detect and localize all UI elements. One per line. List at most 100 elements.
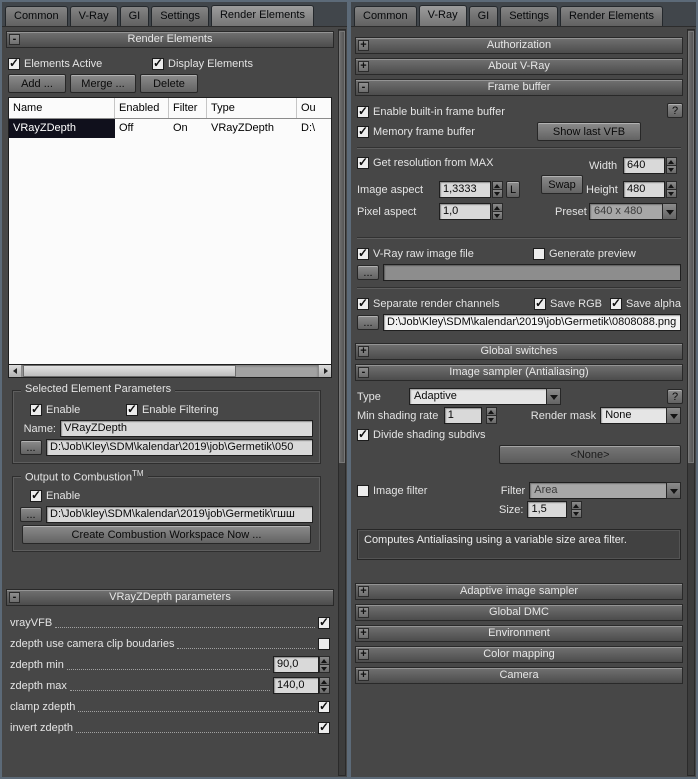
pixel-aspect-spinner[interactable] <box>492 203 503 220</box>
scroll-left-arrow-icon[interactable] <box>9 365 22 377</box>
clamp-zdepth-checkbox[interactable] <box>318 699 330 713</box>
expand-icon[interactable]: + <box>358 607 369 618</box>
width-input[interactable]: 640 <box>623 157 665 174</box>
separate-channels-checkbox[interactable] <box>357 296 369 310</box>
scroll-thumb[interactable] <box>688 31 694 464</box>
zdepth-min-spinner[interactable] <box>319 656 330 673</box>
tab-render-elements[interactable]: Render Elements <box>210 5 314 26</box>
swap-button[interactable]: Swap <box>541 175 583 194</box>
scroll-thumb[interactable] <box>23 365 237 377</box>
column-name[interactable]: Name <box>9 98 115 118</box>
pixel-aspect-input[interactable]: 1,0 <box>439 203 491 220</box>
expand-icon[interactable]: + <box>358 649 369 660</box>
table-horizontal-scrollbar[interactable] <box>8 365 332 378</box>
enable-filtering-checkbox[interactable] <box>126 402 138 416</box>
enable-checkbox[interactable] <box>30 402 42 416</box>
show-last-vfb-button[interactable]: Show last VFB <box>537 122 641 141</box>
rollout-global-switches[interactable]: + Global switches <box>355 343 683 360</box>
merge-button[interactable]: Merge ... <box>70 74 136 93</box>
cell-output[interactable]: D:\ <box>297 119 331 138</box>
rollout-frame-buffer[interactable]: - Frame buffer <box>355 79 683 96</box>
vrayvfb-checkbox[interactable] <box>318 615 330 629</box>
cell-type[interactable]: VRayZDepth <box>207 119 297 138</box>
tab-vray[interactable]: V-Ray <box>418 5 467 26</box>
scroll-thumb[interactable] <box>339 31 345 464</box>
expand-icon[interactable]: + <box>358 61 369 72</box>
lock-aspect-button[interactable]: L <box>506 181 520 198</box>
collapse-icon[interactable]: - <box>358 82 369 93</box>
rollout-authorization[interactable]: + Authorization <box>355 37 683 54</box>
image-aspect-spinner[interactable] <box>492 181 503 198</box>
cell-name[interactable]: VRayZDepth <box>9 119 115 138</box>
column-filter[interactable]: Filter <box>169 98 207 118</box>
tab-vray[interactable]: V-Ray <box>69 6 118 26</box>
min-shading-rate-input[interactable]: 1 <box>443 407 482 424</box>
combustion-enable-checkbox[interactable] <box>30 488 42 502</box>
collapse-icon[interactable]: - <box>358 367 369 378</box>
rollout-color-mapping[interactable]: + Color mapping <box>355 646 683 663</box>
divide-shading-subdivs-checkbox[interactable] <box>357 427 369 441</box>
zdepth-max-input[interactable]: 140,0 <box>273 677 319 694</box>
save-alpha-checkbox[interactable] <box>609 296 622 310</box>
channels-browse-button[interactable]: ... <box>357 315 379 330</box>
browse-output-button[interactable]: ... <box>20 440 42 455</box>
help-button[interactable]: ? <box>667 389 683 404</box>
elements-active-checkbox[interactable] <box>8 56 20 70</box>
combustion-browse-button[interactable]: ... <box>20 507 42 522</box>
rollout-vrayzdepth-parameters[interactable]: - VRayZDepth parameters <box>6 589 334 606</box>
image-aspect-input[interactable]: 1,3333 <box>439 181 491 198</box>
tab-common[interactable]: Common <box>354 6 417 26</box>
expand-icon[interactable]: + <box>358 40 369 51</box>
cell-filter[interactable]: On <box>169 119 207 138</box>
rollout-global-dmc[interactable]: + Global DMC <box>355 604 683 621</box>
invert-zdepth-checkbox[interactable] <box>318 720 330 734</box>
element-output-path-input[interactable]: D:\Job\Kley\SDM\kalendar\2019\job\Germet… <box>46 439 313 456</box>
tab-common[interactable]: Common <box>5 6 68 26</box>
column-enabled[interactable]: Enabled <box>115 98 169 118</box>
panel-vertical-scrollbar[interactable] <box>338 29 346 776</box>
combustion-path-input[interactable]: D:\Job\kley\SDM\kalendar\2019\job\Germet… <box>46 506 313 523</box>
element-name-input[interactable]: VRayZDepth <box>60 420 313 437</box>
scroll-track[interactable] <box>22 365 318 377</box>
rollout-camera[interactable]: + Camera <box>355 667 683 684</box>
tab-render-elements[interactable]: Render Elements <box>559 6 663 26</box>
tab-settings[interactable]: Settings <box>151 6 209 26</box>
filter-size-spinner[interactable] <box>571 501 583 518</box>
rollout-adaptive-image-sampler[interactable]: + Adaptive image sampler <box>355 583 683 600</box>
rollout-environment[interactable]: + Environment <box>355 625 683 642</box>
chevron-down-icon[interactable] <box>546 388 561 405</box>
raw-file-path-input[interactable] <box>383 264 681 281</box>
zdepth-max-spinner[interactable] <box>319 677 330 694</box>
tab-settings[interactable]: Settings <box>500 6 558 26</box>
height-input[interactable]: 480 <box>623 181 665 198</box>
chevron-down-icon[interactable] <box>666 407 681 424</box>
rollout-about-vray[interactable]: + About V-Ray <box>355 58 683 75</box>
collapse-icon[interactable]: - <box>9 34 20 45</box>
generate-preview-checkbox[interactable] <box>533 247 545 260</box>
channels-path-input[interactable]: D:\Job\Kley\SDM\kalendar\2019\job\Germet… <box>383 314 681 331</box>
table-row[interactable]: VRayZDepth Off On VRayZDepth D:\ <box>9 119 331 138</box>
expand-icon[interactable]: + <box>358 586 369 597</box>
cell-enabled[interactable]: Off <box>115 119 169 138</box>
scroll-right-arrow-icon[interactable] <box>318 365 331 377</box>
tab-gi[interactable]: GI <box>468 6 499 26</box>
panel-vertical-scrollbar[interactable] <box>687 29 695 776</box>
raw-file-browse-button[interactable]: ... <box>357 265 379 280</box>
display-elements-checkbox[interactable] <box>152 56 164 70</box>
filter-size-input[interactable]: 1,5 <box>527 501 568 518</box>
create-combustion-workspace-button[interactable]: Create Combustion Workspace Now ... <box>22 525 311 544</box>
memory-fb-checkbox[interactable] <box>357 124 369 138</box>
add-button[interactable]: Add ... <box>8 74 66 93</box>
column-output[interactable]: Ou <box>297 98 331 118</box>
sampler-type-dropdown[interactable]: Adaptive <box>409 388 561 405</box>
height-spinner[interactable] <box>666 181 677 198</box>
render-mask-dropdown[interactable]: None <box>600 407 681 424</box>
help-button[interactable]: ? <box>667 103 683 118</box>
delete-button[interactable]: Delete <box>140 74 198 93</box>
rollout-image-sampler[interactable]: - Image sampler (Antialiasing) <box>355 364 683 381</box>
expand-icon[interactable]: + <box>358 628 369 639</box>
expand-icon[interactable]: + <box>358 670 369 681</box>
min-shading-rate-spinner[interactable] <box>485 407 497 424</box>
rollout-render-elements[interactable]: - Render Elements <box>6 31 334 48</box>
collapse-icon[interactable]: - <box>9 592 20 603</box>
